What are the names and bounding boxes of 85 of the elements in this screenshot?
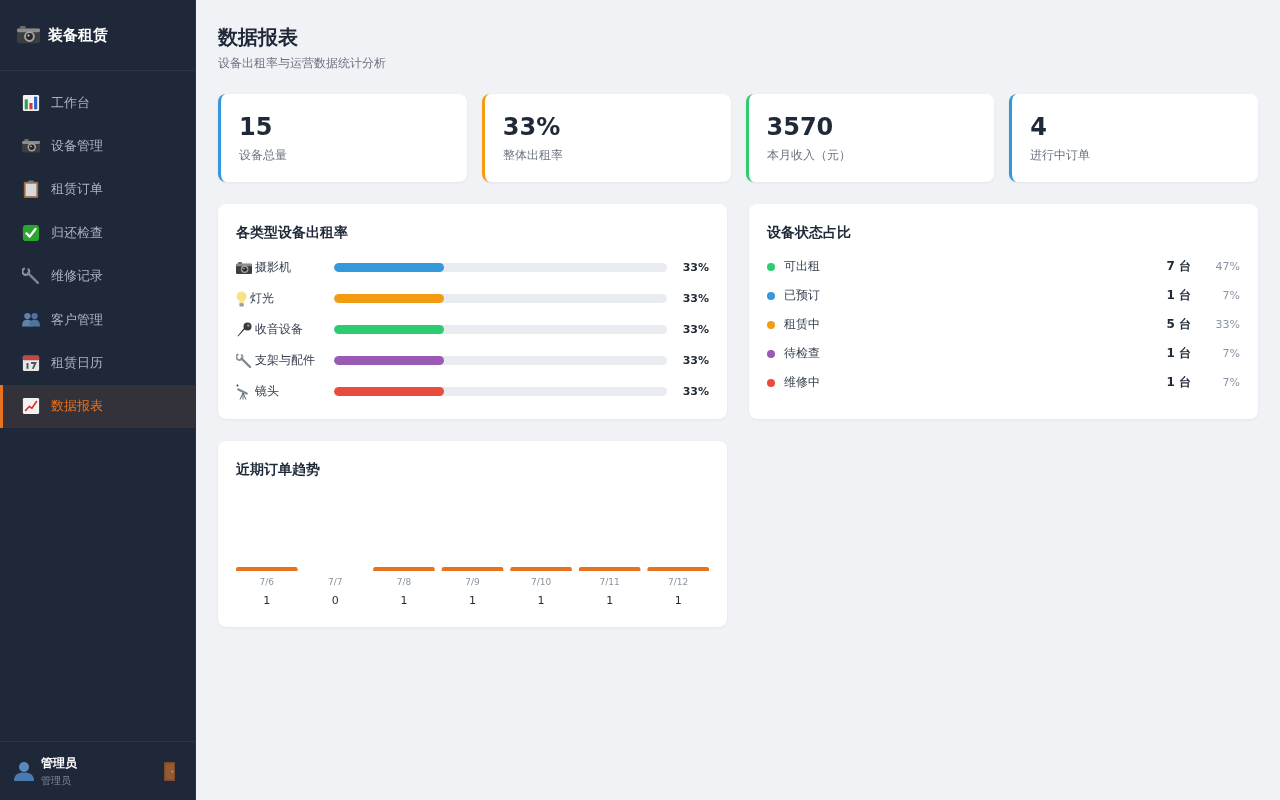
stat-label: 整体出租率	[502, 147, 564, 164]
checkmark-icon	[22, 223, 40, 242]
status-count: 1 台	[1166, 374, 1191, 391]
status-share: 7%	[1222, 376, 1240, 389]
axis-label: 7/6	[259, 577, 275, 587]
camera-icon	[17, 26, 40, 44]
bar-chart-icon	[22, 93, 40, 112]
category-name: 镜头	[255, 383, 279, 400]
brand-name: 装备租赁	[48, 25, 108, 45]
status-count: 1 台	[1166, 287, 1191, 304]
value-label: 1	[263, 594, 271, 607]
status-count: 1 台	[1166, 345, 1191, 362]
value-label: 1	[469, 594, 476, 607]
nav-item[interactable]: 客户管理	[0, 297, 195, 342]
value-label: 1	[606, 594, 614, 607]
rate-reading: 33%	[682, 354, 709, 367]
stat-label: 本月收入（元）	[766, 147, 852, 164]
nav-item[interactable]: 归还检查	[0, 211, 195, 255]
bar	[647, 567, 709, 571]
bar	[578, 567, 641, 571]
status-label: 已预订	[784, 287, 821, 304]
status-label: 可出租	[784, 258, 821, 275]
value-label: 1	[674, 594, 682, 607]
nav-item[interactable]: 维修记录	[0, 254, 195, 298]
bar	[510, 567, 572, 571]
status-share: 47%	[1215, 260, 1240, 273]
rate-reading: 33%	[682, 292, 709, 305]
axis-label: 7/8	[396, 577, 412, 587]
wrench-icon	[22, 267, 40, 286]
rate-reading: 33%	[682, 323, 709, 336]
rate-reading: 33%	[682, 261, 709, 274]
status-share: 7%	[1222, 347, 1240, 360]
stat-value: 15	[239, 112, 274, 142]
line-chart-icon	[22, 397, 40, 416]
value-label: 1	[537, 594, 545, 607]
camera-icon	[236, 261, 252, 274]
stat-label: 设备总量	[239, 147, 288, 164]
status-share: 33%	[1215, 318, 1240, 331]
user-role: 管理员	[41, 773, 72, 788]
logout-button[interactable]	[163, 761, 175, 781]
bar	[441, 567, 504, 571]
wrench-icon	[236, 352, 252, 369]
card-title: 各类型设备出租率	[236, 223, 349, 242]
page-title: 数据报表	[218, 24, 299, 50]
category-name: 支架与配件	[255, 352, 315, 369]
category-name: 收音设备	[255, 321, 303, 338]
axis-label: 7/7	[328, 577, 343, 587]
nav-item[interactable]: 设备管理	[0, 124, 195, 168]
category-name: 摄影机	[255, 259, 291, 276]
status-label: 维修中	[784, 374, 821, 391]
card-title: 设备状态占比	[767, 223, 852, 242]
value-label: 1	[400, 594, 408, 607]
status-count: 7 台	[1166, 258, 1191, 275]
status-label: 待检查	[784, 345, 821, 362]
people-icon	[22, 312, 40, 327]
axis-label: 7/9	[465, 577, 480, 587]
axis-label: 7/11	[599, 577, 620, 587]
clipboard-icon	[22, 180, 40, 199]
nav-item[interactable]: 数据报表	[0, 384, 195, 429]
stat-label: 进行中订单	[1030, 147, 1092, 164]
stat-value: 33%	[502, 112, 562, 142]
category-name: 灯光	[250, 290, 275, 307]
camera-icon	[22, 139, 40, 153]
status-label: 租赁中	[784, 316, 821, 333]
page-subtitle: 设备出租率与运营数据统计分析	[218, 55, 387, 71]
light-bulb-icon	[236, 290, 248, 307]
user-name: 管理员	[41, 754, 78, 772]
card-title: 近期订单趋势	[236, 460, 321, 479]
nav-item[interactable]: 租赁订单	[0, 167, 195, 212]
rate-reading: 33%	[682, 385, 709, 398]
value-label: 0	[331, 594, 339, 607]
stat-value: 4	[1030, 112, 1048, 142]
user-avatar-icon	[14, 761, 34, 781]
stat-value: 3570	[766, 112, 835, 142]
microphone-icon	[236, 321, 252, 338]
door-icon	[163, 761, 175, 781]
calendar-icon	[22, 354, 40, 373]
axis-label: 7/10	[530, 577, 552, 587]
nav-item[interactable]: 工作台	[0, 81, 195, 125]
axis-label: 7/12	[668, 577, 689, 587]
status-count: 5 台	[1166, 316, 1191, 333]
status-share: 7%	[1222, 289, 1240, 302]
nav-item[interactable]: 租赁日历	[0, 341, 195, 385]
bar	[236, 567, 298, 571]
bar	[373, 567, 435, 571]
